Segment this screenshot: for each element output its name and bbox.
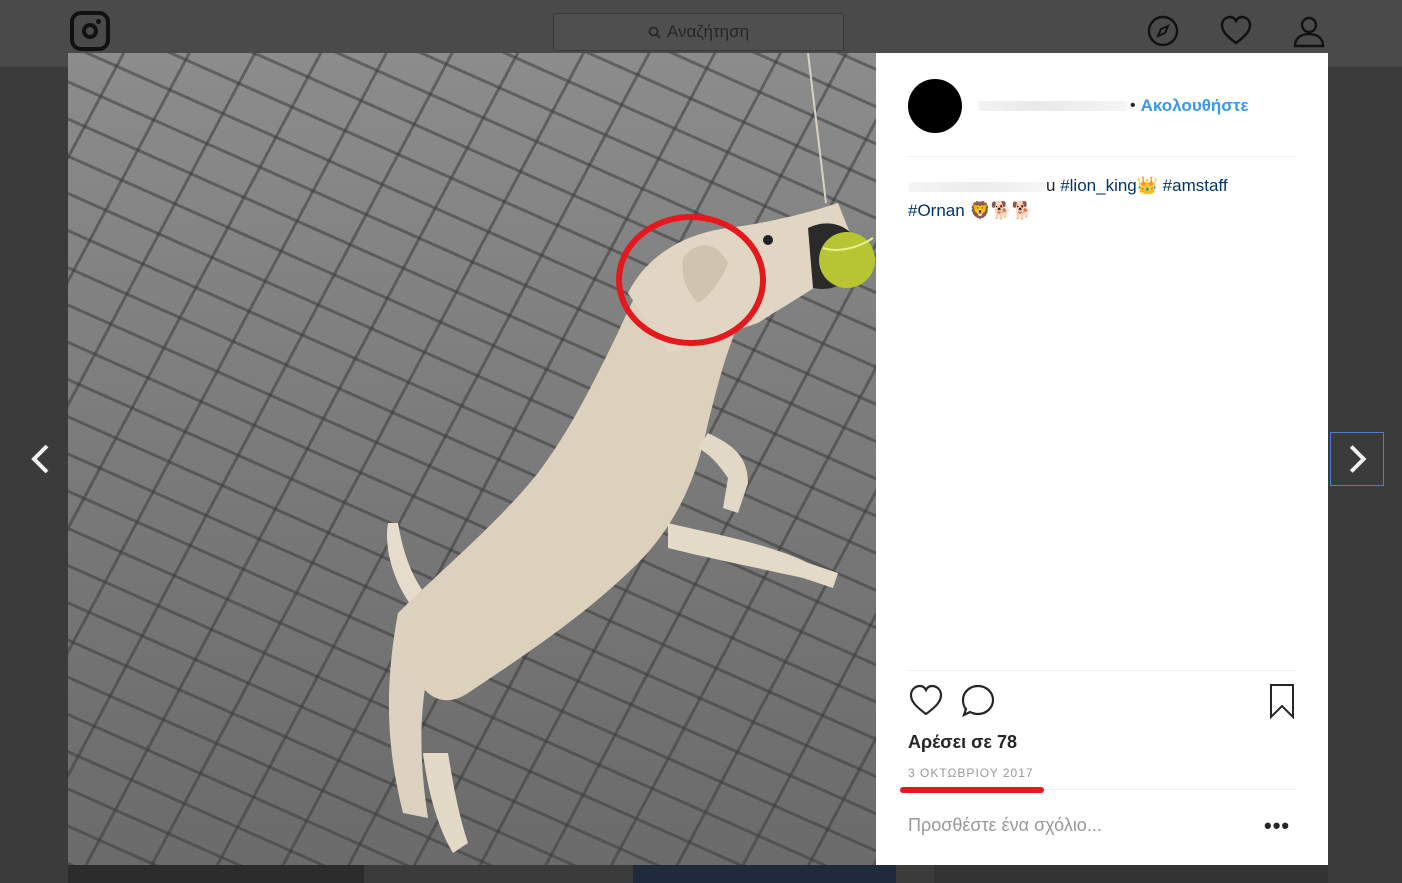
compass-icon[interactable]	[1146, 14, 1180, 48]
dog-photo-illustration	[387, 53, 875, 853]
feed-thumbnail	[633, 865, 896, 883]
annotation-underline	[900, 787, 1044, 793]
search-placeholder: Αναζήτηση	[666, 22, 750, 41]
heart-icon[interactable]	[1219, 14, 1253, 48]
post-actions	[908, 683, 1296, 721]
username-redacted[interactable]	[978, 101, 1128, 111]
divider	[908, 670, 1296, 671]
search-icon	[648, 26, 661, 39]
comment-icon[interactable]	[960, 683, 996, 719]
post-caption: u #lion_king👑 #amstaff #Ornan 🦁🐕🐕	[908, 173, 1296, 223]
user-icon[interactable]	[1292, 14, 1326, 48]
search-bar[interactable]: Αναζήτηση	[553, 13, 844, 51]
post-sidebar: • Ακολουθήστε u #lion_king👑 #amstaff #Or…	[876, 53, 1328, 865]
hashtag-link[interactable]: #Ornan	[908, 201, 965, 220]
caption-username-redacted[interactable]	[908, 181, 1046, 192]
like-heart-icon[interactable]	[908, 683, 944, 719]
likes-count[interactable]: Αρέσει σε 78	[908, 732, 1017, 753]
post-modal: • Ακολουθήστε u #lion_king👑 #amstaff #Or…	[68, 53, 1328, 865]
post-date: 3 ΟΚΤΩΒΡΙΟΥ 2017	[908, 766, 1034, 780]
feed-thumbnail	[934, 865, 1328, 883]
animal-emojis: 🦁🐕🐕	[969, 201, 1033, 220]
crown-emoji: 👑	[1136, 176, 1158, 195]
avatar[interactable]	[908, 79, 962, 133]
post-photo	[68, 53, 876, 865]
feed-thumbnail	[68, 865, 364, 883]
chevron-left-icon[interactable]	[14, 432, 68, 486]
post-header: • Ακολουθήστε	[908, 78, 1296, 134]
bookmark-icon[interactable]	[1264, 683, 1300, 719]
divider	[908, 156, 1296, 157]
hashtag-link[interactable]: #amstaff	[1163, 176, 1228, 195]
caption-username-tail: u	[1046, 176, 1056, 195]
more-options-button[interactable]: •••	[1264, 813, 1290, 839]
comment-input[interactable]	[908, 815, 1238, 836]
instagram-logo-icon[interactable]	[70, 11, 110, 51]
separator-dot: •	[1130, 97, 1136, 114]
follow-button[interactable]: Ακολουθήστε	[1141, 96, 1249, 116]
hashtag-link[interactable]: #lion_king	[1060, 176, 1137, 195]
chevron-right-icon[interactable]	[1330, 432, 1384, 486]
